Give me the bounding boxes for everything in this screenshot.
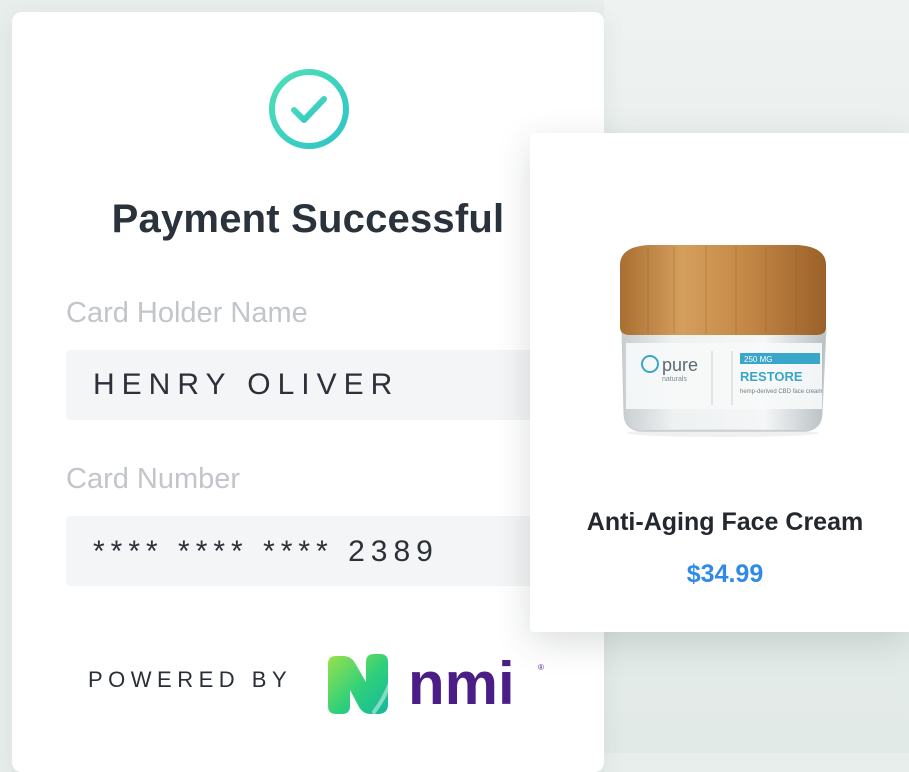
nmi-logo-text: nmi — [408, 650, 515, 717]
card-holder-field: HENRY OLIVER — [66, 350, 606, 420]
product-label-size: 250 MG — [744, 355, 772, 364]
card-number-label: Card Number — [66, 463, 241, 495]
product-label-brand-sub: naturals — [662, 376, 687, 383]
check-circle-icon — [269, 69, 349, 149]
product-label-line: RESTORE — [740, 369, 803, 384]
payment-confirmation-card: Payment Successful Card Holder Name HENR… — [12, 12, 606, 772]
card-number-field: **** **** **** 2389 — [66, 516, 606, 586]
product-name: Anti-Aging Face Cream — [586, 508, 864, 536]
card-holder-value: HENRY OLIVER — [93, 368, 400, 401]
product-image: pure naturals 250 MG RESTORE hemp-derive… — [620, 245, 827, 437]
product-label-desc: hemp-derived CBD face cream — [740, 389, 822, 395]
nmi-logo: nmi ® — [328, 650, 544, 717]
svg-text:®: ® — [538, 663, 544, 672]
powered-by-text: POWERED BY — [88, 667, 293, 692]
product-label-brand: pure — [662, 355, 698, 375]
card-number-value: **** **** **** 2389 — [93, 535, 439, 568]
payment-status-title: Payment Successful — [111, 197, 505, 241]
product-card[interactable]: pure naturals 250 MG RESTORE hemp-derive… — [530, 133, 909, 632]
product-price: $34.99 — [686, 560, 764, 588]
card-holder-label: Card Holder Name — [66, 297, 308, 329]
